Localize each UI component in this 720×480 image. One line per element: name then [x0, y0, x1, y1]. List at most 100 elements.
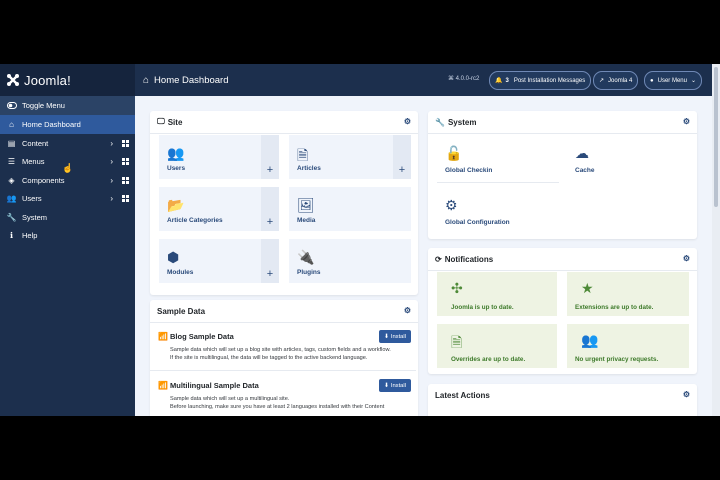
tile-label: Users — [167, 165, 186, 172]
users-icon: 👥 — [581, 332, 599, 348]
toggle-menu-label: Toggle Menu — [22, 101, 65, 110]
star-icon: ★ — [581, 280, 594, 296]
notice-text: Extensions are up to date. — [575, 304, 654, 311]
chevron-right-icon: › — [110, 138, 113, 148]
sidebar-item-label: Users — [22, 194, 42, 204]
tile-plugins[interactable]: 🔌 Plugins — [289, 239, 411, 283]
brand-logo[interactable]: Joomla! — [0, 64, 135, 96]
gear-icon[interactable]: ⚙ — [404, 117, 411, 126]
page-title-text: Home Dashboard — [154, 74, 229, 86]
gear-icon[interactable]: ⚙ — [683, 390, 690, 399]
cube-icon: ◈ — [8, 175, 15, 185]
chevron-right-icon: › — [110, 175, 113, 185]
sample-data-card: Sample Data ⚙ 📶 Blog Sample Data ⬇ Insta… — [150, 300, 418, 416]
install-label: Install — [390, 382, 406, 389]
notice-text: No urgent privacy requests. — [575, 356, 659, 363]
add-user-button[interactable]: + — [261, 135, 279, 179]
tile-global-checkin[interactable]: 🔓 Global Checkin — [437, 135, 559, 183]
page-title: ⌂ Home Dashboard — [143, 64, 229, 96]
file-icon: ▤ — [7, 138, 16, 148]
sidebar-item-label: Home Dashboard — [22, 120, 81, 129]
tile-label: Media — [297, 217, 316, 224]
dashboard-grid-icon[interactable] — [122, 195, 129, 203]
sidebar-item-content[interactable]: ▤ Content › — [0, 134, 135, 153]
tile-cache[interactable]: ☁ Cache — [567, 135, 689, 182]
sidebar-item-system[interactable]: 🔧 System — [0, 208, 135, 227]
users-icon: 👥 — [6, 194, 17, 204]
tile-users[interactable]: 👥 Users + — [159, 135, 279, 179]
user-icon: ● — [650, 77, 654, 84]
bell-icon: 🔔 — [495, 78, 503, 84]
tile-modules[interactable]: ⬢ Modules + — [159, 239, 279, 283]
info-icon: ℹ — [9, 231, 14, 241]
notice-extensions-up-to-date[interactable]: ★ Extensions are up to date. — [567, 272, 689, 316]
chevron-right-icon: › — [110, 194, 113, 204]
download-icon: ⬇ — [383, 382, 389, 389]
add-module-button[interactable]: + — [261, 239, 279, 283]
chevron-right-icon: › — [110, 157, 113, 167]
wrench-icon: 🔧 — [6, 212, 17, 222]
tile-media[interactable]: 🖼 Media — [289, 187, 411, 231]
list-item: 📶 Multilingual Sample Data ⬇ Install Sam… — [150, 371, 416, 416]
add-article-button[interactable]: + — [393, 135, 411, 179]
sidebar-item-users[interactable]: 👥 Users › — [0, 190, 135, 209]
joomla4-button[interactable]: ↗ Joomla 4 — [593, 71, 639, 90]
list-icon: ☰ — [7, 157, 16, 167]
sample-desc: If the site is multilingual, the data wi… — [170, 355, 368, 361]
tile-label: Global Configuration — [445, 219, 510, 226]
monitor-icon: 🖵 — [157, 117, 165, 126]
brand-name: Joomla! — [24, 72, 71, 88]
system-card-title: System — [447, 117, 477, 127]
sidebar-item-help[interactable]: ℹ Help — [0, 227, 135, 246]
users-icon: 👥 — [167, 145, 185, 161]
joomla-logo-icon — [7, 74, 19, 86]
notifications-card-header: ⟳ Notifications ⚙ — [428, 248, 697, 271]
messages-label: Post Installation Messages — [513, 77, 586, 84]
messages-count: 3 — [505, 77, 509, 84]
cube-icon: ⬢ — [167, 249, 180, 265]
wifi-icon: 📶 — [158, 332, 168, 341]
sample-desc: Before launching, make sure you have at … — [170, 404, 385, 410]
home-icon: ⌂ — [9, 120, 14, 129]
sidebar-item-home-dashboard[interactable]: ⌂ Home Dashboard — [0, 115, 135, 134]
scrollbar-thumb[interactable] — [714, 67, 718, 207]
wifi-icon: 📶 — [158, 381, 168, 390]
page-scrollbar[interactable] — [712, 64, 720, 416]
sample-title: Multilingual Sample Data — [170, 381, 259, 390]
install-multilingual-sample-button[interactable]: ⬇ Install — [379, 379, 411, 392]
image-icon: 🖼 — [297, 197, 315, 213]
notice-privacy-requests[interactable]: 👥 No urgent privacy requests. — [567, 324, 689, 368]
gear-icon[interactable]: ⚙ — [404, 306, 411, 315]
tile-label: Articles — [297, 165, 321, 172]
tile-article-categories[interactable]: 📂 Article Categories + — [159, 187, 279, 231]
notice-text: Overrides are up to date. — [451, 356, 526, 363]
dashboard-grid-icon[interactable] — [122, 176, 129, 184]
tile-label: Article Categories — [167, 217, 223, 224]
top-header: ⌂ Home Dashboard ⌘ 4.0.0-rc2 🔔 3 Post In… — [135, 64, 720, 96]
install-label: Install — [390, 333, 406, 340]
gear-icon[interactable]: ⚙ — [683, 117, 690, 126]
plug-icon: 🔌 — [297, 249, 315, 265]
toggle-menu-button[interactable]: Toggle Menu — [0, 96, 135, 115]
install-blog-sample-button[interactable]: ⬇ Install — [379, 330, 411, 343]
add-category-button[interactable]: + — [261, 187, 279, 231]
gear-icon[interactable]: ⚙ — [683, 254, 690, 263]
dashboard-grid-icon[interactable] — [122, 139, 129, 147]
system-card: 🔧 System ⚙ 🔓 Global Checkin ☁ Cache ⚙ Gl… — [428, 111, 697, 239]
site-card: 🖵 Site ⚙ 👥 Users + 🗎 Articles + 📂 Articl… — [150, 111, 418, 295]
dashboard-grid-icon[interactable] — [122, 158, 129, 166]
latest-actions-title: Latest Actions — [435, 390, 490, 400]
notifications-card-title: Notifications — [444, 254, 494, 264]
tile-global-configuration[interactable]: ⚙ Global Configuration — [437, 187, 559, 234]
tile-articles[interactable]: 🗎 Articles + — [289, 135, 411, 179]
gear-icon: ⚙ — [445, 197, 458, 213]
post-installation-messages-button[interactable]: 🔔 3 Post Installation Messages — [489, 71, 592, 90]
sidebar-item-label: Components — [22, 175, 65, 185]
notice-joomla-up-to-date[interactable]: ✣ Joomla is up to date. — [437, 272, 557, 316]
notice-overrides-up-to-date[interactable]: 🗎 Overrides are up to date. — [437, 324, 557, 368]
mouse-cursor-icon: ☝ — [62, 163, 74, 173]
file-icon: 🗎 — [451, 334, 463, 350]
user-menu-button[interactable]: ● User Menu ⌄ — [644, 71, 702, 90]
home-icon: ⌂ — [143, 74, 150, 86]
joomla4-label: Joomla 4 — [608, 77, 633, 84]
